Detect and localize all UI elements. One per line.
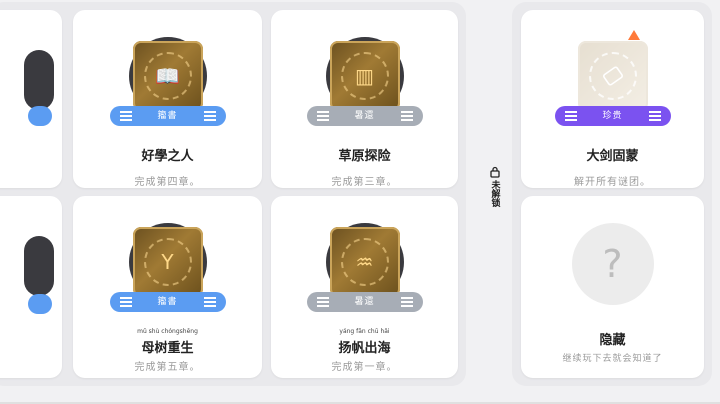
- achievement-card[interactable]: Y 籀書 mǔ shù chóngshēng 母树重生 完成第五章。: [73, 196, 262, 378]
- medal-partial: [24, 50, 54, 110]
- achievement-title: 母树重生: [141, 341, 194, 356]
- status-badge: 籀書: [109, 292, 226, 312]
- locked-section-divider: 未解锁: [486, 166, 504, 236]
- achievement-title: 好學之人: [141, 149, 194, 164]
- achievement-description: 解开所有谜团。: [574, 177, 651, 188]
- locked-label: 未解锁: [489, 180, 500, 207]
- achievement-pinyin: mǔ shù chóngshēng: [137, 328, 198, 335]
- achievement-description: 完成第四章。: [134, 177, 201, 188]
- sprout-icon: Y: [161, 250, 174, 274]
- achievement-description: 完成第一章。: [331, 362, 398, 373]
- wave-icon: ♒: [355, 250, 374, 274]
- status-badge: 暑還: [306, 106, 423, 126]
- lock-icon: [490, 166, 500, 178]
- hidden-achievement-card[interactable]: ? 隐藏 继续玩下去就会知道了: [521, 196, 704, 378]
- achievement-card-rare[interactable]: 珍贵 大剑固蒙 解开所有谜团。: [521, 10, 704, 188]
- status-badge: 暑還: [306, 292, 423, 312]
- achievement-card[interactable]: 📖 籀書 好學之人 完成第四章。: [73, 10, 262, 188]
- achievement-card-partial-1[interactable]: [0, 10, 62, 188]
- achievement-card[interactable]: ♒ 暑還 yáng fān chū hǎi 扬帆出海 完成第一章。: [271, 196, 458, 378]
- achievement-description: 完成第三章。: [331, 177, 398, 188]
- achievement-description: 继续玩下去就会知道了: [562, 354, 663, 364]
- achievement-pinyin: yáng fān chū hǎi: [339, 328, 390, 335]
- book-icon: 📖: [155, 64, 180, 88]
- achievement-title: 草原探险: [338, 149, 391, 164]
- achievement-title: 扬帆出海: [338, 341, 391, 356]
- status-badge: 珍贵: [554, 106, 671, 126]
- achievement-description: 完成第五章。: [134, 362, 201, 373]
- achievement-card-partial-2[interactable]: [0, 196, 62, 378]
- medal-partial: [24, 236, 54, 296]
- status-badge: 籀書: [109, 106, 226, 126]
- achievement-title: 大剑固蒙: [586, 149, 639, 164]
- status-badge-partial: [28, 294, 52, 314]
- question-disc: ?: [571, 223, 654, 305]
- mountain-icon: ▥: [355, 64, 374, 88]
- ticket-icon: [602, 66, 623, 86]
- status-badge-partial: [28, 106, 52, 126]
- achievement-title: 隐藏: [599, 333, 626, 348]
- question-icon: ?: [602, 242, 623, 286]
- achievement-card[interactable]: ▥ 暑還 草原探险 完成第三章。: [271, 10, 458, 188]
- crown-icon: [628, 30, 640, 40]
